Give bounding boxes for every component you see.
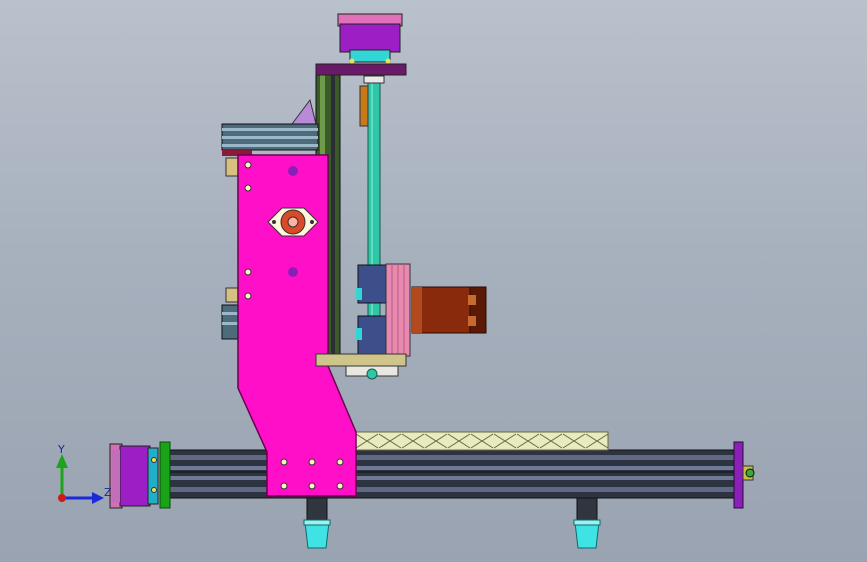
cnc-assembly-side-view <box>109 13 755 549</box>
axis-triad: Y Z <box>40 440 120 520</box>
cable-chain <box>351 431 609 451</box>
cad-viewport[interactable]: Y Z <box>0 0 867 562</box>
z-axis-label: Z <box>104 486 112 499</box>
spindle-motor <box>411 286 487 334</box>
x-end-plate-right <box>733 441 755 509</box>
z-lead-screw <box>359 75 385 349</box>
support-foot-left <box>303 497 331 549</box>
z-motor <box>315 13 407 76</box>
z-axis-arrow-head <box>92 492 104 504</box>
y-axis-arrow-head <box>56 454 68 468</box>
z-carriage <box>356 263 411 357</box>
y-axis-label: Y <box>58 443 65 456</box>
origin-dot <box>58 494 66 502</box>
top-bracket <box>221 98 319 156</box>
support-foot-right <box>573 497 601 549</box>
x-axis-rail <box>164 449 741 499</box>
